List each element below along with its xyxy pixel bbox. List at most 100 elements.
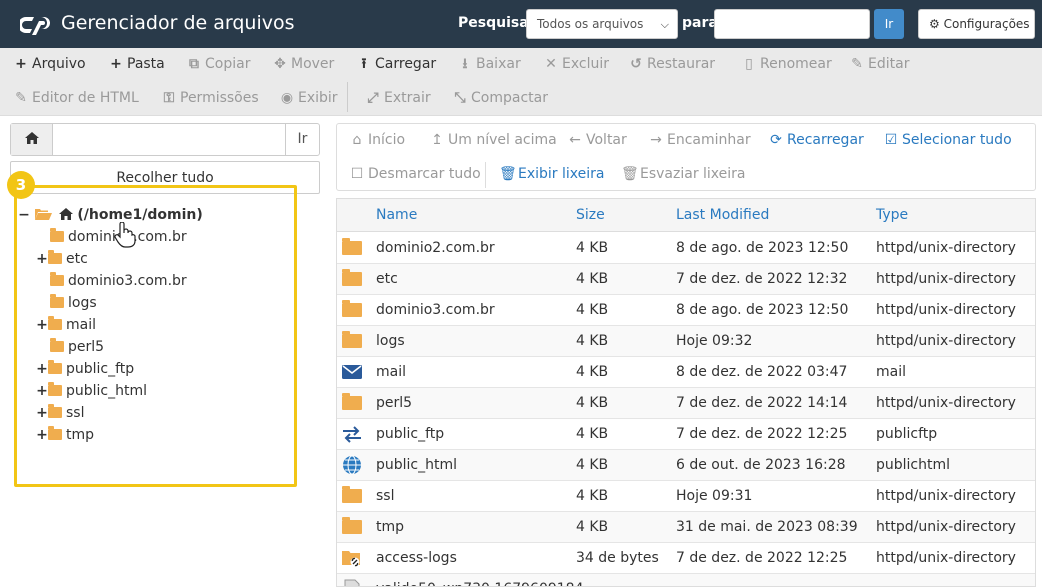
expand-plus-icon[interactable]: +	[36, 425, 48, 445]
column-header-size[interactable]: Size	[576, 207, 605, 223]
nav-button-label: Exibir lixeira	[518, 166, 605, 182]
table-row[interactable]: valido50_wp730.1679609184	[337, 574, 1035, 586]
toolbar-expand-button[interactable]: ⤢ Extrair	[365, 88, 430, 108]
collapse-minus-icon[interactable]: −	[18, 205, 30, 225]
toolbar-edit-button[interactable]: ✎ Editor de HTML	[13, 88, 139, 108]
nav-button-label: Selecionar tudo	[902, 132, 1012, 148]
table-row[interactable]: ssl 4 KB Hoje 09:31 httpd/unix-directory	[337, 481, 1035, 512]
nav-in-cio-button[interactable]: ⌂ Início	[349, 130, 406, 150]
expand-plus-icon[interactable]: +	[36, 315, 48, 335]
path-go-button[interactable]: Ir	[285, 124, 319, 155]
toolbar-eye-button[interactable]: ◉ Exibir	[279, 88, 338, 108]
plus-icon: +	[15, 56, 27, 72]
column-header-name[interactable]: Name	[376, 207, 417, 223]
table-row[interactable]: etc 4 KB 7 de dez. de 2022 12:32 httpd/unix…	[337, 264, 1035, 295]
nav-esvaziar-lixeira-button[interactable]: 🗑Esvaziar lixeira	[621, 164, 746, 184]
toolbar-plus-button[interactable]: + Arquivo	[13, 54, 86, 74]
nav-recarregar-button[interactable]: ⟳ Recarregar	[768, 130, 864, 150]
cell-modified: 31 de mai. de 2023 08:39	[676, 519, 858, 535]
table-row[interactable]: public_ftp 4 KB 7 de dez. de 2022 12:25 pub…	[337, 419, 1035, 450]
level-up-icon: ↥	[431, 132, 443, 148]
chevron-down-icon: ⌵	[660, 18, 669, 31]
toolbar-compress-button[interactable]: ⤡ Compactar	[452, 88, 548, 108]
toolbar-file-button[interactable]: ▯ Renomear	[741, 54, 832, 74]
cell-modified: 7 de dez. de 2022 12:25	[676, 550, 848, 566]
tree-item-public-html[interactable]: + public_html	[36, 381, 147, 401]
column-header-last-modified[interactable]: Last Modified	[676, 207, 769, 223]
toolbar-copy-button[interactable]: ⧉ Copiar	[186, 54, 250, 74]
tree-item-label: dominio3.com.br	[68, 273, 187, 289]
plus-icon: +	[110, 56, 122, 72]
toolbar-move-button[interactable]: ✥ Mover	[272, 54, 334, 74]
tree-item-etc[interactable]: + etc	[36, 249, 88, 269]
cell-size: 4 KB	[576, 364, 609, 380]
pencil-icon: ✎	[851, 56, 863, 72]
folder-icon	[342, 393, 362, 410]
mail-icon	[342, 365, 362, 379]
search-scope-select[interactable]: Todos os arquivos ⌵	[526, 9, 678, 39]
tree-item-public-ftp[interactable]: + public_ftp	[36, 359, 134, 379]
nav-encaminhar-button[interactable]: → Encaminhar	[648, 130, 750, 150]
home-icon: ⌂	[352, 132, 362, 148]
table-row[interactable]: public_html 4 KB 6 de out. de 2023 16:28 pu…	[337, 450, 1035, 481]
top-header: Gerenciador de arquivos Pesquisar Todos …	[0, 0, 1042, 48]
tree-item-logs[interactable]: logs	[50, 293, 97, 313]
toolbar-plus-button[interactable]: + Pasta	[108, 54, 165, 74]
search-input[interactable]	[714, 9, 870, 39]
toolbar-pencil-button[interactable]: ✎ Editar	[849, 54, 909, 74]
expand-plus-icon[interactable]: +	[36, 359, 48, 379]
table-row[interactable]: access-logs 34 de bytes 7 de dez. de 2022 …	[337, 543, 1035, 574]
search-go-button[interactable]: Ir	[874, 9, 904, 39]
folder-icon	[48, 316, 62, 330]
navigation-bar: ⌂ Início ↥ Um nível acima ← Voltar → Encaminhar…	[336, 123, 1036, 191]
table-row[interactable]: logs 4 KB Hoje 09:32 httpd/unix-directory	[337, 326, 1035, 357]
expand-plus-icon[interactable]: +	[36, 249, 48, 269]
nav-voltar-button[interactable]: ← Voltar	[567, 130, 627, 150]
table-row[interactable]: perl5 4 KB 7 de dez. de 2022 14:14 httpd/un…	[337, 388, 1035, 419]
toolbar-button-label: Pasta	[127, 56, 165, 72]
table-row[interactable]: mail 4 KB 8 de dez. de 2022 03:47 mail	[337, 357, 1035, 388]
expand-plus-icon[interactable]: +	[36, 381, 48, 401]
toolbar-key-button[interactable]: ⚿ Permissões	[161, 88, 259, 108]
tree-root[interactable]: − (/home1/domin)	[18, 205, 203, 225]
nav-button-label: Voltar	[586, 132, 627, 148]
cell-type: httpd/unix-directory	[876, 488, 1016, 504]
cell-name: public_ftp	[376, 426, 445, 442]
download-icon: ⭳	[462, 56, 468, 72]
edit-icon: ✎	[15, 90, 27, 106]
folder-icon	[50, 294, 64, 308]
nav-desmarcar-tudo-button[interactable]: ☐ Desmarcar tudo	[349, 164, 481, 184]
search-label: Pesquisar	[458, 15, 536, 31]
toolbar-delete-button[interactable]: ✕ Excluir	[543, 54, 609, 74]
toolbar-restore-button[interactable]: ↺ Restaurar	[628, 54, 715, 74]
key-icon: ⚿	[163, 90, 175, 106]
tree-item-mail[interactable]: + mail	[36, 315, 96, 335]
tree-item-perl5[interactable]: perl5	[50, 337, 104, 357]
tree-item-ssl[interactable]: + ssl	[36, 403, 84, 423]
table-row[interactable]: dominio3.com.br 4 KB 8 de ago. de 2023 12:…	[337, 295, 1035, 326]
home-button[interactable]	[11, 124, 53, 155]
path-bar: Ir	[10, 123, 320, 156]
settings-button[interactable]: ⚙ Configurações	[918, 9, 1035, 39]
toolbar-upload-button[interactable]: ⭱ Carregar	[356, 54, 437, 74]
nav-button-label: Um nível acima	[448, 132, 557, 148]
path-input[interactable]	[53, 124, 285, 155]
table-row[interactable]: dominio2.com.br 4 KB 8 de ago. de 2023 12:…	[337, 233, 1035, 264]
nav-um-n-vel-acima-button[interactable]: ↥ Um nível acima	[429, 130, 557, 150]
folder-icon	[342, 238, 362, 255]
expand-plus-icon[interactable]: +	[36, 403, 48, 423]
cell-modified: 8 de dez. de 2022 03:47	[676, 364, 848, 380]
cell-name: etc	[376, 271, 398, 287]
cell-size: 4 KB	[576, 395, 609, 411]
nav-selecionar-tudo-button[interactable]: ☑ Selecionar tudo	[883, 130, 1012, 150]
nav-button-label: Recarregar	[787, 132, 864, 148]
table-row[interactable]: tmp 4 KB 31 de mai. de 2023 08:39 httpd/uni…	[337, 512, 1035, 543]
tree-item-dominio3-com-br[interactable]: dominio3.com.br	[50, 271, 187, 291]
tree-item-label: mail	[66, 317, 96, 333]
tree-item-tmp[interactable]: + tmp	[36, 425, 94, 445]
toolbar-download-button[interactable]: ⭳ Baixar	[457, 54, 521, 74]
tree-item-label: logs	[68, 295, 97, 311]
column-header-type[interactable]: Type	[876, 207, 908, 223]
toolbar-button-label: Arquivo	[32, 56, 86, 72]
nav-exibir-lixeira-button[interactable]: 🗑Exibir lixeira	[499, 164, 604, 184]
